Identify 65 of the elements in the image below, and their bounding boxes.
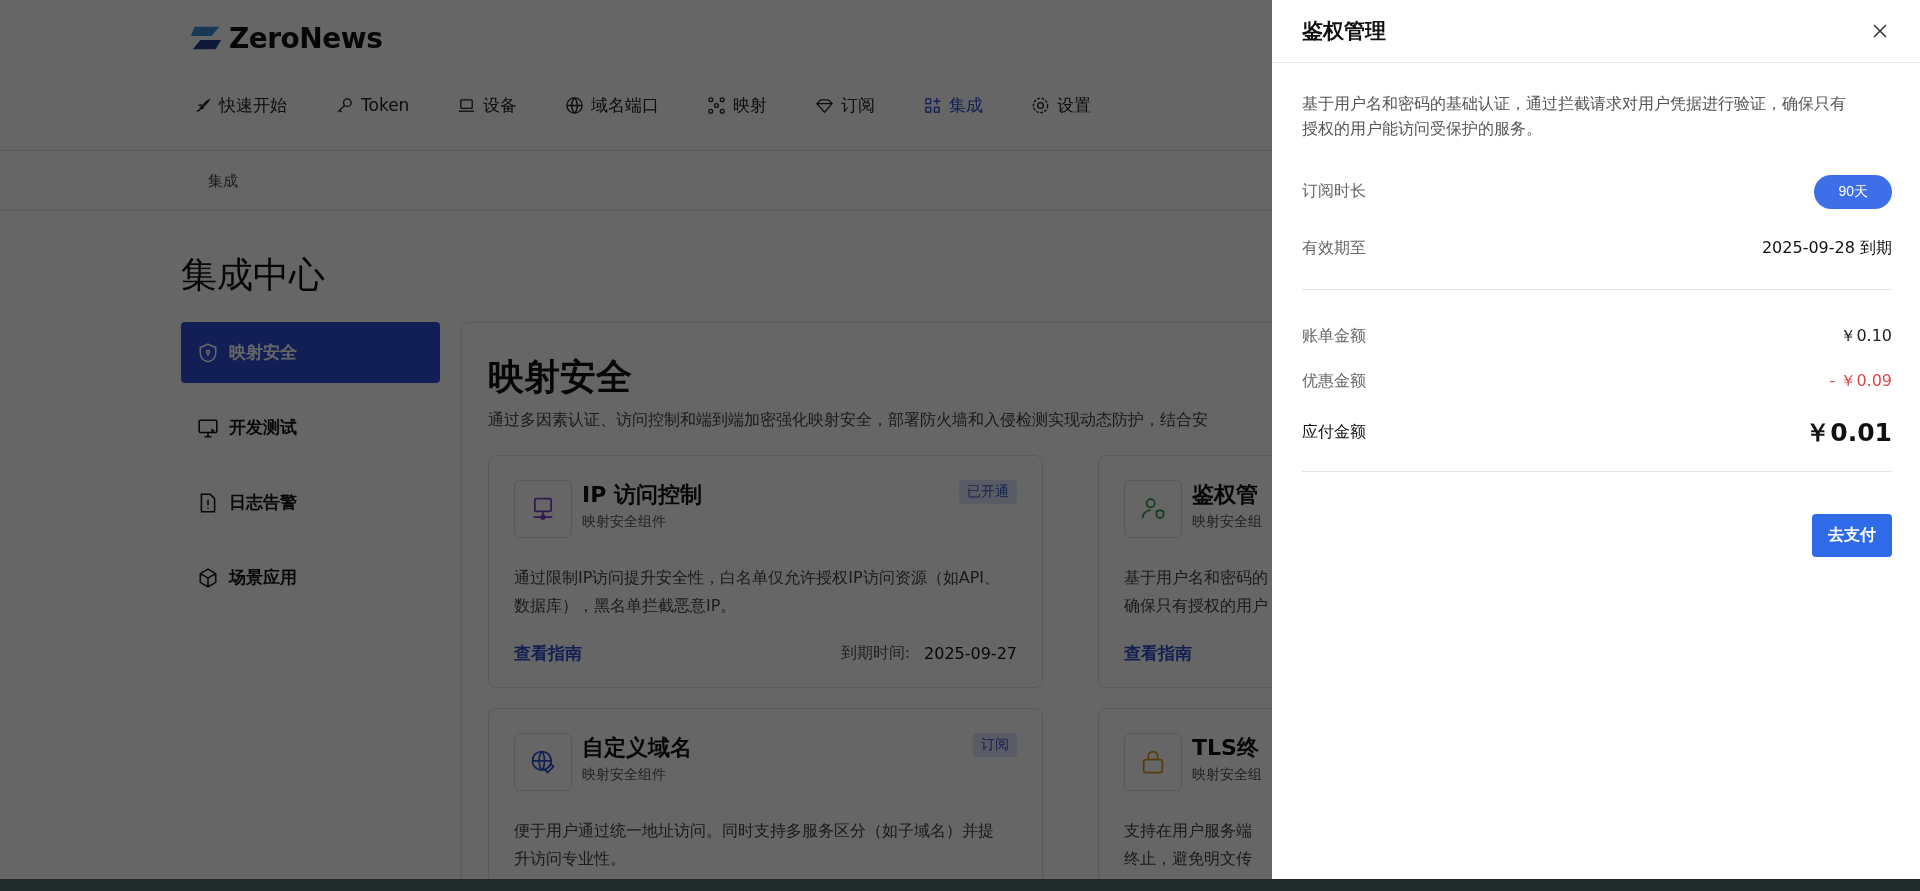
nav-tab[interactable]: 快速开始 [193,93,287,117]
close-icon [1872,23,1888,39]
card-description: 通过限制IP访问提升安全性，白名单仅允许授权IP访问资源（如API、 [514,567,1002,589]
duration-label: 订阅时长 [1302,181,1366,202]
card-description: 终止，避免明文传 [1124,848,1253,870]
card-description: 支持在用户服务端 [1124,820,1253,842]
nav-tab[interactable]: 设备 [457,93,518,117]
card-title: IP 访问控制 [582,481,703,509]
sidebar-item[interactable]: 日志告警 [181,472,440,533]
expiry-label: 到期时间: [840,643,910,664]
sidebar-item[interactable]: 场景应用 [181,547,440,608]
price-value: - ￥0.09 [1829,371,1892,392]
sidebar-item[interactable]: 开发测试 [181,397,440,458]
card-description: 数据库），黑名单拦截恶意IP。 [514,595,738,617]
guide-link[interactable]: 查看指南 [514,642,582,665]
drawer-description: 基于用户名和密码的基础认证，通过拦截请求对用户凭据进行验证，确保只有授权的用户能访问受保护的服务。 [1302,93,1847,140]
breadcrumb[interactable]: 集成 [181,171,238,190]
price-label: 应付金额 [1302,422,1366,443]
nav-icon [565,95,585,115]
nav-tab[interactable]: 域名端口 [565,93,660,117]
card-description: 便于用户通过统一地址访问。同时支持多服务区分（如子域名）并提 [514,820,995,842]
nav-tab[interactable]: 设置 [1031,93,1092,117]
nav-tab[interactable]: 映射 [707,93,768,117]
card-description: 基于用户名和密码的 [1124,567,1269,589]
card-icon [1124,733,1182,791]
card-icon [514,733,572,791]
nav-tab[interactable]: 订阅 [815,93,876,117]
nav-tab[interactable]: 集成 [923,93,984,117]
nav-icon [707,95,727,115]
sidebar-icon [197,566,219,589]
guide-link[interactable]: 查看指南 [1124,642,1192,665]
card-description: 升访问专业性。 [514,848,627,870]
drawer-title: 鉴权管理 [1302,18,1386,45]
card-title: 鉴权管 [1192,481,1259,509]
pay-button[interactable]: 去支付 [1812,514,1892,557]
valid-until-value: 2025-09-28 到期 [1761,238,1892,259]
section-description: 通过多因素认证、访问控制和端到端加密强化映射安全，部署防火墙和入侵检测实现动态防护，结合安 [488,410,1208,431]
card-title: 自定义域名 [582,734,693,762]
card-subtitle: 映射安全组 [1192,766,1263,784]
nav-tab[interactable]: Token [335,95,410,115]
sidebar-icon [197,341,219,364]
duration-option[interactable]: 90天 [1814,174,1892,209]
expiry-date: 2025-09-27 [924,644,1017,663]
card-icon [514,480,572,538]
valid-until-label: 有效期至 [1302,238,1366,259]
card-icon [1124,480,1182,538]
page-title: 集成中心 [181,253,326,297]
nav-icon [923,95,943,115]
status-badge: 已开通 [959,480,1017,504]
card-subtitle: 映射安全组件 [582,513,667,531]
nav-icon [335,95,354,115]
price-label: 优惠金额 [1302,371,1366,392]
card-description: 确保只有授权的用户 [1124,595,1269,617]
status-badge: 订阅 [973,733,1017,757]
price-value: ￥0.10 [1840,326,1892,347]
logo-text: ZeroNews [229,21,383,55]
card-subtitle: 映射安全组件 [582,766,667,784]
sidebar-item[interactable]: 映射安全 [181,322,440,383]
logo-icon [189,24,223,52]
price-value: ￥0.01 [1805,417,1892,449]
section-title: 映射安全 [488,355,632,399]
card-subtitle: 映射安全组 [1192,513,1263,531]
card-title: TLS终 [1192,734,1260,762]
nav-icon [1031,95,1051,115]
price-label: 账单金额 [1302,326,1366,347]
